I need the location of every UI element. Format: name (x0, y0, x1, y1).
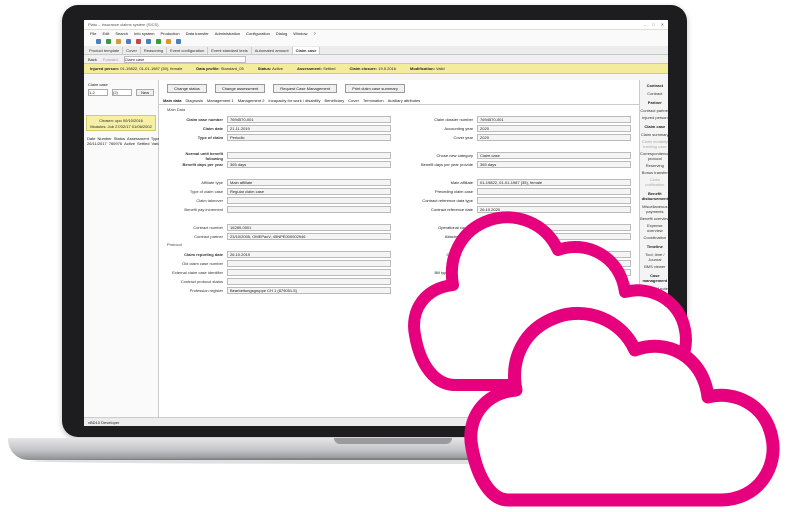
cloud-graphic (408, 211, 780, 507)
